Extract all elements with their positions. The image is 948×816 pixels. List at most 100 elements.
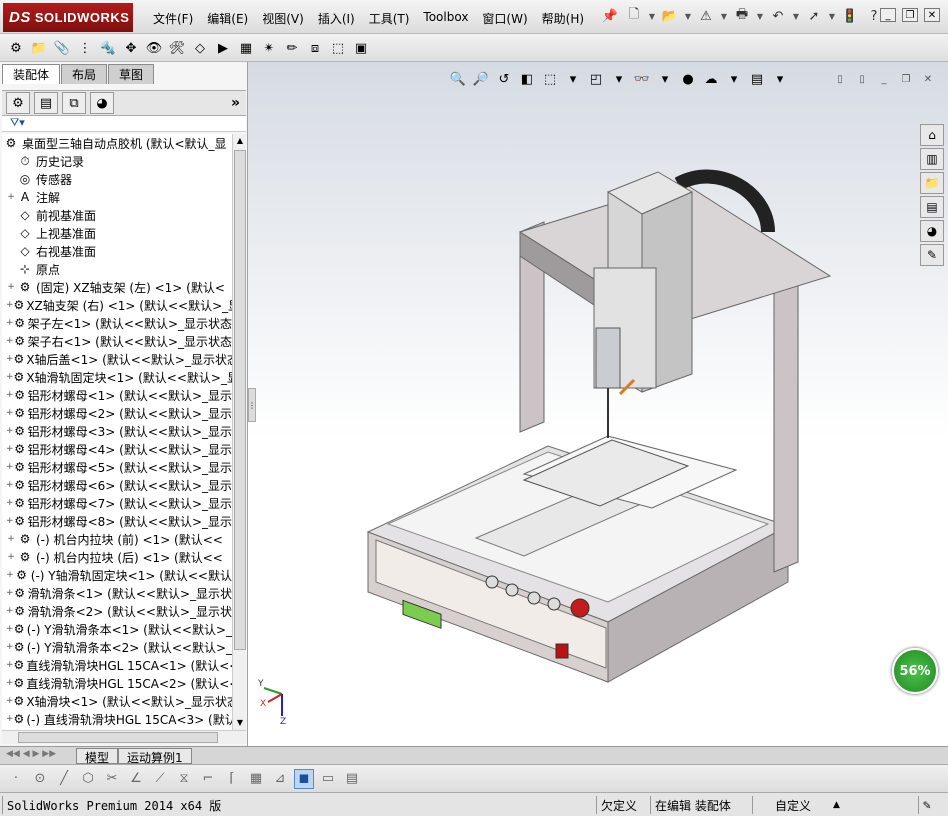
expand-toggle-icon[interactable]: + — [6, 336, 14, 346]
solidworks-logo[interactable]: DS SOLIDWORKS — [3, 3, 133, 32]
tree-item[interactable]: ◇ 上视基准面 — [2, 224, 232, 242]
tree-item[interactable]: + ⚙ 铝形材螺母<3> (默认<<默认>_显示 — [2, 422, 232, 440]
tree-item[interactable]: ⏱ 历史记录 — [2, 152, 232, 170]
tree-item[interactable]: + ⚙ 滑轨滑条<1> (默认<<默认>_显示状 — [2, 584, 232, 602]
chevron-down-icon[interactable]: ▼ — [684, 7, 692, 25]
configuration-manager-icon[interactable]: ⧉ — [62, 92, 86, 114]
menu-file[interactable]: 文件(F) — [146, 8, 200, 29]
expand-toggle-icon[interactable]: + — [6, 390, 14, 400]
tab-layout[interactable]: 布局 — [61, 64, 108, 84]
chevron-down-icon[interactable]: ▼ — [792, 7, 800, 25]
expand-toggle-icon[interactable]: + — [6, 714, 14, 724]
angle-icon[interactable]: ∠ — [126, 769, 146, 789]
tree-item[interactable]: + ⚙ (-) Y轴滑轨固定块<1> (默认<<默认 — [2, 566, 232, 584]
new-motion-study-icon[interactable]: ▶ — [213, 38, 233, 58]
scroll-thumb[interactable] — [234, 150, 246, 650]
expand-toggle-icon[interactable]: + — [6, 462, 14, 472]
expand-toggle-icon[interactable]: + — [6, 642, 14, 652]
expand-toggle-icon[interactable]: + — [6, 282, 16, 292]
tree-item[interactable]: ◇ 前视基准面 — [2, 206, 232, 224]
traffic-light-icon[interactable]: 🚦 — [840, 7, 860, 25]
tree-item[interactable]: + A 注解 — [2, 188, 232, 206]
trim-icon[interactable]: ✂ — [102, 769, 122, 789]
expand-toggle-icon[interactable]: + — [6, 660, 14, 670]
filter-icon[interactable]: ⛛▾ — [10, 116, 25, 129]
filter-row[interactable]: ⛛▾ — [2, 116, 246, 132]
relations-icon[interactable]: ⊿ — [270, 769, 290, 789]
tree-item[interactable]: + ⚙ XZ轴支架 (右) <1> (默认<<默认>_显 — [2, 296, 232, 314]
show-hidden-icon[interactable]: 👁 — [144, 38, 164, 58]
tree-item[interactable]: + ⚙ 铝形材螺母<8> (默认<<默认>_显示 — [2, 512, 232, 530]
corner-rect-icon[interactable]: ⌈ — [222, 769, 242, 789]
mate-icon[interactable]: 📎 — [52, 38, 72, 58]
tree-item[interactable]: + ⚙ (-) Y滑轨滑条本<1> (默认<<默认>_ — [2, 620, 232, 638]
tree-item[interactable]: + ⚙ 滑轨滑条<2> (默认<<默认>_显示状 — [2, 602, 232, 620]
tree-item[interactable]: + ⚙ 架子右<1> (默认<<默认>_显示状态 — [2, 332, 232, 350]
grid-icon[interactable]: ▦ — [246, 769, 266, 789]
point-icon[interactable]: · — [6, 769, 26, 789]
chevron-down-icon[interactable]: ▼ — [720, 7, 728, 25]
table-icon[interactable]: ▤ — [342, 769, 362, 789]
explode-line-sketch-icon[interactable]: ✏ — [282, 38, 302, 58]
expand-toggle-icon[interactable]: + — [6, 354, 14, 364]
expand-toggle-icon[interactable]: + — [6, 696, 14, 706]
tree-item[interactable]: + ⚙ 铝形材螺母<2> (默认<<默认>_显示 — [2, 404, 232, 422]
scroll-down-icon[interactable]: ▼ — [233, 716, 247, 730]
tab-model[interactable]: 模型 — [76, 748, 119, 765]
dispensing-machine-model[interactable] — [248, 62, 948, 746]
menu-edit[interactable]: 编辑(E) — [200, 8, 255, 29]
open-folder-icon[interactable]: 📂 — [660, 7, 680, 25]
interference-detection-icon[interactable]: ⧈ — [305, 38, 325, 58]
tree-vertical-scrollbar[interactable]: ▲ ▼ — [232, 134, 246, 730]
hscroll-thumb[interactable] — [18, 732, 218, 743]
circle-icon[interactable]: ⊙ — [30, 769, 50, 789]
tooltip-icon[interactable]: ✎ — [918, 796, 935, 814]
expand-toggle-icon[interactable]: + — [6, 588, 14, 598]
tree-item[interactable]: + ⚙ 铝形材螺母<7> (默认<<默认>_显示 — [2, 494, 232, 512]
more-tabs-button[interactable]: » — [231, 95, 240, 111]
menu-view[interactable]: 视图(V) — [255, 8, 311, 29]
tree-horizontal-scrollbar[interactable] — [2, 730, 246, 744]
tree-item[interactable]: + ⚙ X轴后盖<1> (默认<<默认>_显示状态 — [2, 350, 232, 368]
bill-of-materials-icon[interactable]: ▦ — [236, 38, 256, 58]
tab-assembly[interactable]: 装配体 — [2, 64, 61, 84]
tree-item[interactable]: ◎ 传感器 — [2, 170, 232, 188]
expand-toggle-icon[interactable]: + — [6, 570, 14, 580]
expand-toggle-icon[interactable]: + — [6, 444, 14, 454]
linear-pattern-icon[interactable]: ⋮ — [75, 38, 95, 58]
new-document-icon[interactable]: 🗋 — [624, 7, 644, 25]
warning-icon[interactable]: ⚠ — [696, 7, 716, 25]
chevron-down-icon[interactable]: ▼ — [756, 7, 764, 25]
scroll-up-icon[interactable]: ▲ — [233, 134, 247, 148]
edit-component-icon[interactable]: ⚙ — [6, 38, 26, 58]
tree-item[interactable]: + ⚙ X轴滑轨固定块<1> (默认<<默认>_显 — [2, 368, 232, 386]
tree-item[interactable]: ◇ 右视基准面 — [2, 242, 232, 260]
tree-item[interactable]: + ⚙ (-) Y滑轨滑条本<2> (默认<<默认>_ — [2, 638, 232, 656]
menu-help[interactable]: 帮助(H) — [535, 8, 591, 29]
expand-toggle-icon[interactable]: + — [6, 426, 14, 436]
expand-toggle-icon[interactable]: + — [6, 624, 14, 634]
mirror-icon[interactable]: ⧖ — [174, 769, 194, 789]
reference-geometry-icon[interactable]: ◇ — [190, 38, 210, 58]
menu-insert[interactable]: 插入(I) — [311, 8, 362, 29]
tree-item[interactable]: ⊹ 原点 — [2, 260, 232, 278]
graphics-area[interactable]: ⋮ 🔍 🔎 ↺ ◧ ⬚ ▾ ◰ ▾ 👓 ▾ ● ☁ ▾ ▤ ▾ ▯ ▯ _ ❐ … — [248, 62, 948, 746]
menu-tools[interactable]: 工具(T) — [362, 8, 417, 29]
tree-item[interactable]: + ⚙ 铝形材螺母<5> (默认<<默认>_显示 — [2, 458, 232, 476]
insert-component-icon[interactable]: 📁 — [29, 38, 49, 58]
performance-progress-badge[interactable]: 56% — [892, 648, 938, 694]
tree-item[interactable]: + ⚙ 直线滑轨滑块HGL 15CA<1> (默认<< — [2, 656, 232, 674]
expand-toggle-icon[interactable]: + — [6, 300, 14, 310]
tab-motion-study[interactable]: 运动算例1 — [118, 748, 192, 765]
expand-toggle-icon[interactable]: + — [6, 606, 14, 616]
polygon-icon[interactable]: ⬡ — [78, 769, 98, 789]
expand-toggle-icon[interactable]: + — [6, 516, 14, 526]
expand-toggle-icon[interactable]: + — [6, 480, 14, 490]
select-arrow-icon[interactable]: ➚ — [804, 7, 824, 25]
tree-item[interactable]: + ⚙ 直线滑轨滑块HGL 15CA<2> (默认<< — [2, 674, 232, 692]
tree-root-assembly[interactable]: ⚙ 桌面型三轴自动点胶机 (默认<默认_显 — [2, 134, 232, 152]
tree-item[interactable]: + ⚙ (-) 机台内拉块 (后) <1> (默认<< — [2, 548, 232, 566]
expand-toggle-icon[interactable]: + — [6, 498, 14, 508]
move-component-icon[interactable]: ✥ — [121, 38, 141, 58]
smart-fasteners-icon[interactable]: 🔩 — [98, 38, 118, 58]
